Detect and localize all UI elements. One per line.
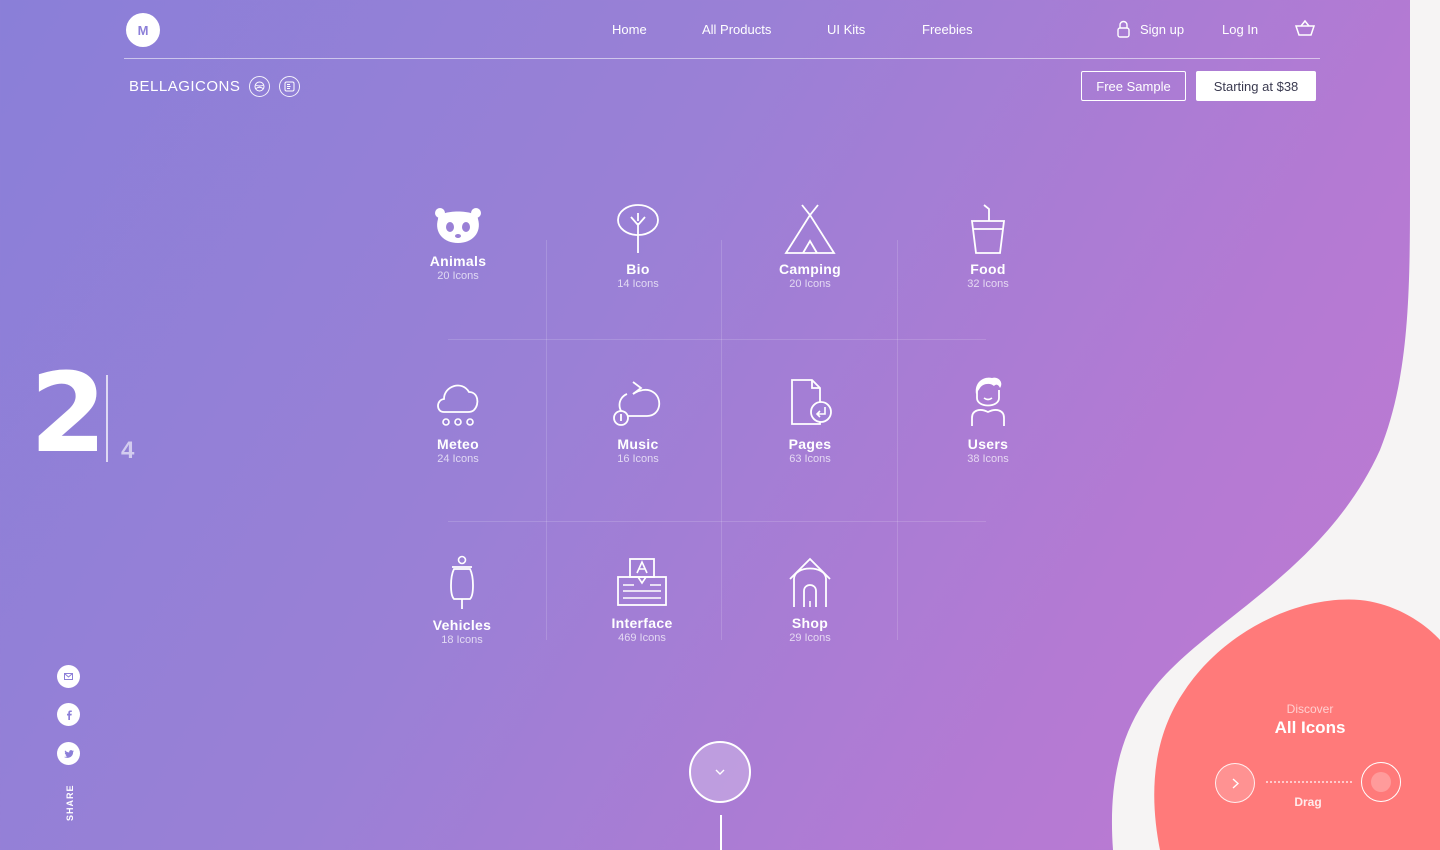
user-icon: [971, 377, 1005, 426]
category-pages[interactable]: Pages 63 Icons: [740, 378, 880, 465]
tree-icon: [617, 204, 659, 253]
category-music[interactable]: Music 16 Icons: [568, 378, 708, 465]
category-count: 38 Icons: [967, 453, 1009, 465]
category-count: 63 Icons: [789, 453, 831, 465]
category-count: 20 Icons: [437, 270, 479, 282]
drag-handle[interactable]: [1215, 763, 1255, 803]
product-title: BELLAGICONS: [129, 78, 241, 95]
category-count: 18 Icons: [441, 634, 483, 646]
category-count: 16 Icons: [617, 453, 659, 465]
category-animals[interactable]: Animals 20 Icons: [388, 205, 528, 282]
category-name: Interface: [611, 615, 673, 631]
drag-track: [1266, 781, 1352, 783]
repeat-icon: [613, 381, 661, 426]
shop-icon: [789, 557, 831, 607]
login-link[interactable]: Log In: [1222, 22, 1258, 37]
category-interface[interactable]: Interface 469 Icons: [572, 557, 712, 644]
drink-cup-icon: [970, 204, 1006, 254]
total-pages-number: 4: [121, 437, 135, 464]
scroll-down-button[interactable]: [689, 741, 751, 803]
category-name: Camping: [779, 261, 841, 277]
scooter-icon: [450, 555, 474, 609]
twitter-share-icon[interactable]: [57, 742, 80, 765]
discover-label: Discover: [1286, 702, 1334, 716]
category-count: 469 Icons: [618, 632, 666, 644]
nav-freebies[interactable]: Freebies: [922, 22, 973, 37]
behance-icon[interactable]: [279, 76, 300, 97]
share-label: SHARE: [65, 784, 75, 821]
category-vehicles[interactable]: Vehicles 18 Icons: [392, 555, 532, 646]
keyboard-icon: [617, 558, 667, 606]
page-divider: [106, 375, 108, 462]
category-name: Animals: [429, 253, 487, 269]
background-shapes: [1111, 0, 1440, 850]
cloud-icon: [437, 384, 479, 426]
signup-link[interactable]: Sign up: [1116, 20, 1184, 38]
category-camping[interactable]: Camping 20 Icons: [740, 203, 880, 290]
category-name: Vehicles: [432, 617, 492, 633]
category-name: Pages: [788, 436, 832, 452]
grid-line: [448, 521, 986, 522]
page-icon: [791, 379, 832, 425]
nav-all-products[interactable]: All Products: [702, 22, 771, 37]
tent-icon: [784, 204, 836, 254]
nav-home[interactable]: Home: [612, 22, 647, 37]
header-divider: [124, 58, 1320, 59]
chevron-down-icon: [715, 769, 725, 775]
discover-title: All Icons: [1274, 718, 1346, 737]
lock-icon: [1117, 20, 1130, 38]
category-name: Bio: [626, 261, 650, 277]
category-count: 32 Icons: [967, 278, 1009, 290]
grid-line: [448, 339, 986, 340]
nav-ui-kits[interactable]: UI Kits: [827, 22, 865, 37]
category-name: Music: [617, 436, 659, 452]
current-page-number: 2: [30, 349, 107, 477]
grid-line: [897, 240, 898, 640]
drag-label: Drag: [1294, 795, 1322, 809]
chevron-right-icon: [1232, 777, 1239, 789]
category-name: Food: [970, 261, 1006, 277]
drag-target-dot: [1371, 772, 1391, 792]
category-users[interactable]: Users 38 Icons: [918, 374, 1058, 465]
category-meteo[interactable]: Meteo 24 Icons: [388, 378, 528, 465]
scroll-line: [720, 815, 722, 850]
category-name: Shop: [791, 615, 829, 631]
category-count: 20 Icons: [789, 278, 831, 290]
grid-line: [721, 240, 722, 640]
logo[interactable]: M: [126, 13, 160, 47]
panda-icon: [435, 208, 481, 243]
category-name: Users: [967, 436, 1009, 452]
signup-label: Sign up: [1140, 21, 1185, 37]
cart-icon[interactable]: [1294, 19, 1316, 42]
category-count: 24 Icons: [437, 453, 479, 465]
category-food[interactable]: Food 32 Icons: [918, 203, 1058, 290]
dribbble-icon[interactable]: [249, 76, 270, 97]
drag-target[interactable]: [1361, 762, 1401, 802]
category-name: Meteo: [437, 436, 479, 452]
facebook-share-icon[interactable]: [57, 703, 80, 726]
buy-button[interactable]: Starting at $38: [1196, 71, 1316, 101]
category-count: 14 Icons: [617, 278, 659, 290]
category-bio[interactable]: Bio 14 Icons: [568, 203, 708, 290]
grid-line: [546, 240, 547, 640]
mail-share-icon[interactable]: [57, 665, 80, 688]
category-count: 29 Icons: [789, 632, 831, 644]
free-sample-button[interactable]: Free Sample: [1081, 71, 1186, 101]
category-shop[interactable]: Shop 29 Icons: [740, 557, 880, 644]
